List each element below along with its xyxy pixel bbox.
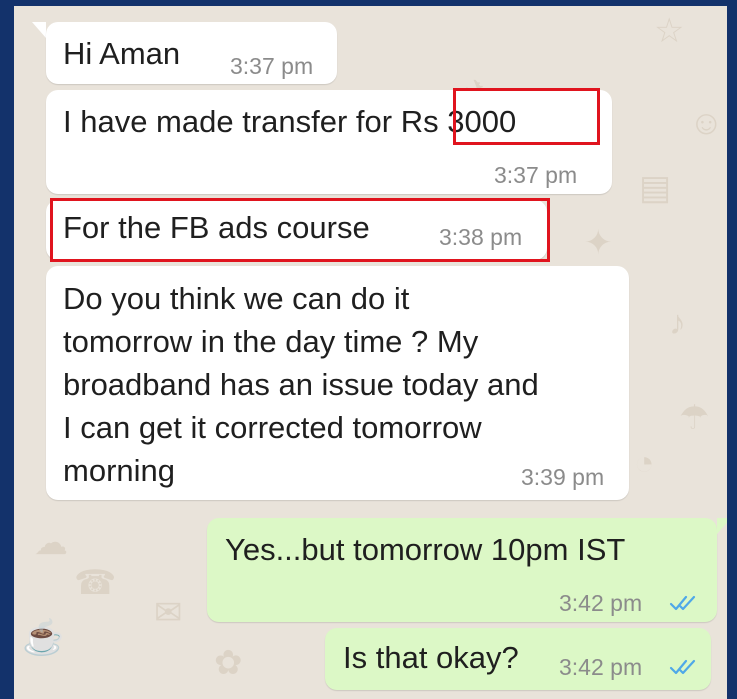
message-timestamp: 3:37 pm (230, 53, 314, 79)
double-check-icon (669, 595, 696, 611)
wallpaper-doodle-icon: ✿ (214, 644, 243, 682)
wallpaper-doodle-icon: ☁ (34, 524, 68, 562)
message-timestamp: 3:42 pm (559, 654, 643, 680)
outgoing-message[interactable]: Is that okay? 3:42 pm (325, 628, 711, 690)
message-timestamp: 3:39 pm (521, 464, 605, 490)
message-text-lead: I have made transfer for (63, 104, 401, 139)
highlight-box-amount (453, 88, 600, 145)
wallpaper-doodle-icon: ◔ (634, 444, 655, 482)
incoming-message[interactable]: Hi Aman 3:37 pm (46, 22, 337, 84)
wallpaper-doodle-icon: ▤ (639, 169, 672, 207)
wallpaper-doodle-icon: ☆ (654, 12, 685, 50)
message-text-line: morning (63, 453, 175, 488)
wallpaper-doodle-icon: ♪ (669, 304, 686, 342)
wallpaper-doodle-icon: ✦ (584, 224, 613, 262)
message-text: Yes...but tomorrow 10pm IST (225, 532, 626, 567)
message-text-line: tomorrow in the day time ? My (63, 324, 479, 359)
message-text: Hi Aman (63, 36, 181, 71)
double-check-icon (669, 659, 696, 675)
bubble-tail (32, 22, 46, 38)
message-text-line: broadband has an issue today and (63, 367, 539, 402)
message-text-line: I can get it corrected tomorrow (63, 410, 482, 445)
message-timestamp: 3:42 pm (559, 590, 643, 616)
message-timestamp: 3:37 pm (494, 162, 578, 188)
bubble-tail (717, 518, 727, 534)
wallpaper-doodle-icon: ✉ (154, 594, 183, 632)
incoming-message[interactable]: Do you think we can do it tomorrow in th… (46, 266, 629, 500)
wallpaper-doodle-icon: ☂ (679, 399, 710, 437)
message-text: I have made transfer for Rs 3000 (63, 100, 516, 143)
outgoing-message[interactable]: Yes...but tomorrow 10pm IST 3:42 pm (207, 518, 717, 622)
message-text-line: Do you think we can do it (63, 281, 410, 316)
wallpaper-doodle-icon: ☎ (74, 564, 117, 602)
wallpaper-doodle-icon: ☺ (689, 104, 724, 142)
chat-conversation[interactable]: ☆ ☺ ▤ ♪ ☂ ◔ ☁ ☎ ✉ ☕ ✿ ✈ ✦ Hi Aman 3:37 p… (14, 6, 727, 699)
highlight-box-course (50, 198, 550, 262)
message-text: Is that okay? (343, 640, 519, 675)
wallpaper-doodle-icon: ☕ (22, 619, 65, 657)
